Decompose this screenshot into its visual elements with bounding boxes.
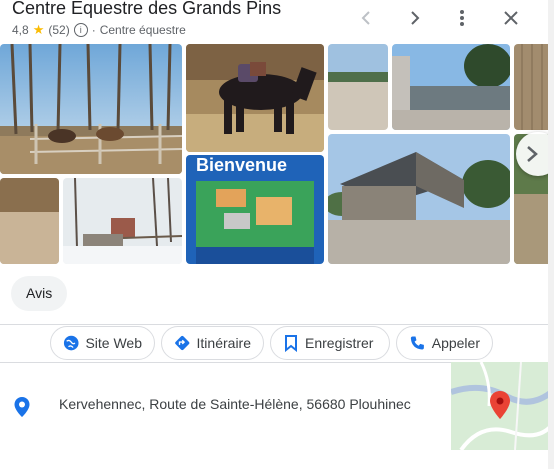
address-text[interactable]: Kervehennec, Route de Sainte-Hélène, 566… xyxy=(59,396,419,412)
snow-image xyxy=(63,178,182,264)
place-category[interactable]: Centre équestre xyxy=(100,23,186,37)
previous-button[interactable] xyxy=(352,3,382,33)
stables-image xyxy=(392,44,510,130)
shelter-image xyxy=(328,134,510,264)
directions-icon xyxy=(175,335,190,351)
more-vert-icon xyxy=(460,10,464,26)
rating-row: 4,8 ★ (52) i · Centre équestre xyxy=(12,22,186,38)
location-pin-icon xyxy=(13,396,31,423)
divider xyxy=(0,324,554,325)
photo-snow[interactable] xyxy=(63,178,182,264)
place-title: Centre Équestre des Grands Pins xyxy=(12,0,282,18)
chevron-right-icon xyxy=(527,146,538,162)
reviews-tab[interactable]: Avis xyxy=(11,276,68,311)
photo-pony[interactable] xyxy=(186,44,324,152)
call-button[interactable]: Appeler xyxy=(396,326,493,360)
arena-image xyxy=(328,44,388,130)
pony-image xyxy=(186,44,324,152)
website-label: Site Web xyxy=(85,335,142,351)
review-count[interactable]: (52) xyxy=(48,23,69,37)
phone-icon xyxy=(410,336,424,350)
website-button[interactable]: Site Web xyxy=(50,326,155,360)
call-label: Appeler xyxy=(431,335,480,351)
directions-button[interactable]: Itinéraire xyxy=(161,326,264,360)
photo-paddock[interactable] xyxy=(0,44,182,174)
directions-label: Itinéraire xyxy=(196,335,251,351)
save-label: Enregistrer xyxy=(305,335,374,351)
photo-stables[interactable] xyxy=(392,44,510,130)
rating-value: 4,8 xyxy=(12,23,29,37)
separator: · xyxy=(91,23,96,37)
close-icon xyxy=(504,11,518,25)
info-icon[interactable]: i xyxy=(73,23,88,37)
indoor-arena-image xyxy=(0,178,59,264)
close-button[interactable] xyxy=(496,3,526,33)
bookmark-icon xyxy=(285,335,297,352)
photo-welcome-sign[interactable]: Bienvenue xyxy=(186,155,324,264)
paddock-image xyxy=(0,44,182,174)
scrollbar[interactable] xyxy=(548,0,554,469)
next-button[interactable] xyxy=(399,3,429,33)
chevron-left-icon xyxy=(361,11,370,25)
save-button[interactable]: Enregistrer xyxy=(270,326,390,360)
welcome-sign-text: Bienvenue xyxy=(196,155,288,175)
photo-shelter[interactable] xyxy=(328,134,510,264)
map-thumbnail[interactable] xyxy=(451,362,554,450)
photo-arena[interactable] xyxy=(328,44,388,130)
star-icon: ★ xyxy=(32,22,45,37)
globe-icon xyxy=(63,335,79,351)
more-options-button[interactable] xyxy=(447,3,477,33)
map-pin-icon xyxy=(490,391,510,419)
chevron-right-icon xyxy=(411,11,420,25)
photo-indoor-arena[interactable] xyxy=(0,178,59,264)
